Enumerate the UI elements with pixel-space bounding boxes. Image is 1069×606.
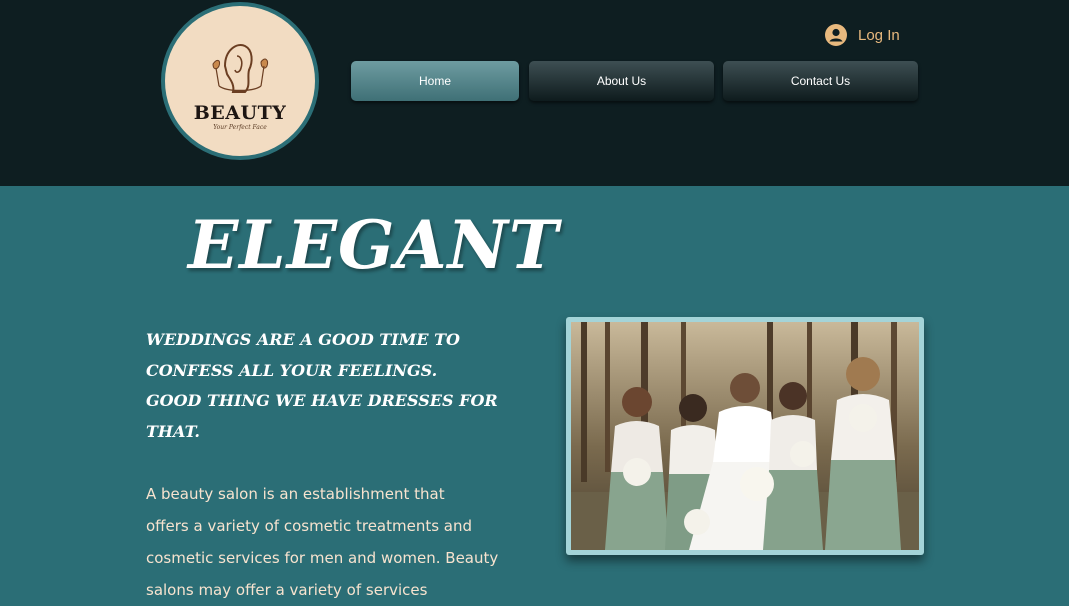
logo-title: BEAUTY — [193, 102, 287, 124]
nav-contact-us[interactable]: Contact Us — [723, 61, 918, 101]
site-header: BEAUTY Your Perfect Face Log In Home Abo… — [0, 0, 1069, 186]
bridal-party-photo — [571, 322, 919, 550]
quote-line: WEDDINGS ARE A GOOD TIME TO — [146, 330, 460, 349]
quote-line: GOOD THING WE HAVE DRESSES FOR — [146, 391, 498, 411]
hero-title: ELEGANT — [188, 206, 560, 284]
logo[interactable]: BEAUTY Your Perfect Face — [161, 2, 319, 160]
nav-about-us[interactable]: About Us — [529, 61, 714, 101]
bridal-party-photo-frame — [566, 317, 924, 555]
user-avatar-icon — [825, 24, 847, 46]
paragraph-line: A beauty salon is an establishment that — [146, 485, 445, 503]
login-label: Log In — [858, 26, 900, 44]
quote-line: CONFESS ALL YOUR FEELINGS. — [146, 360, 438, 380]
hero-quote: WEDDINGS ARE A GOOD TIME TO CONFESS ALL … — [146, 325, 526, 448]
paragraph-line: cosmetic services for men and women. Bea… — [146, 549, 499, 567]
woman-portrait-icon — [212, 44, 268, 93]
nav-contact-us-label: Contact Us — [790, 74, 851, 88]
login-button[interactable]: Log In — [825, 24, 900, 46]
intro-paragraph: A beauty salon is an establishment that … — [146, 478, 526, 606]
quote-line: THAT. — [146, 422, 200, 442]
paragraph-line: offers a variety of cosmetic treatments … — [146, 517, 473, 535]
logo-subtitle: Your Perfect Face — [213, 124, 267, 131]
nav-about-us-label: About Us — [596, 74, 647, 88]
nav-home[interactable]: Home — [351, 61, 519, 101]
paragraph-line: salons may offer a variety of services — [146, 581, 428, 599]
nav-home-label: Home — [418, 74, 451, 88]
